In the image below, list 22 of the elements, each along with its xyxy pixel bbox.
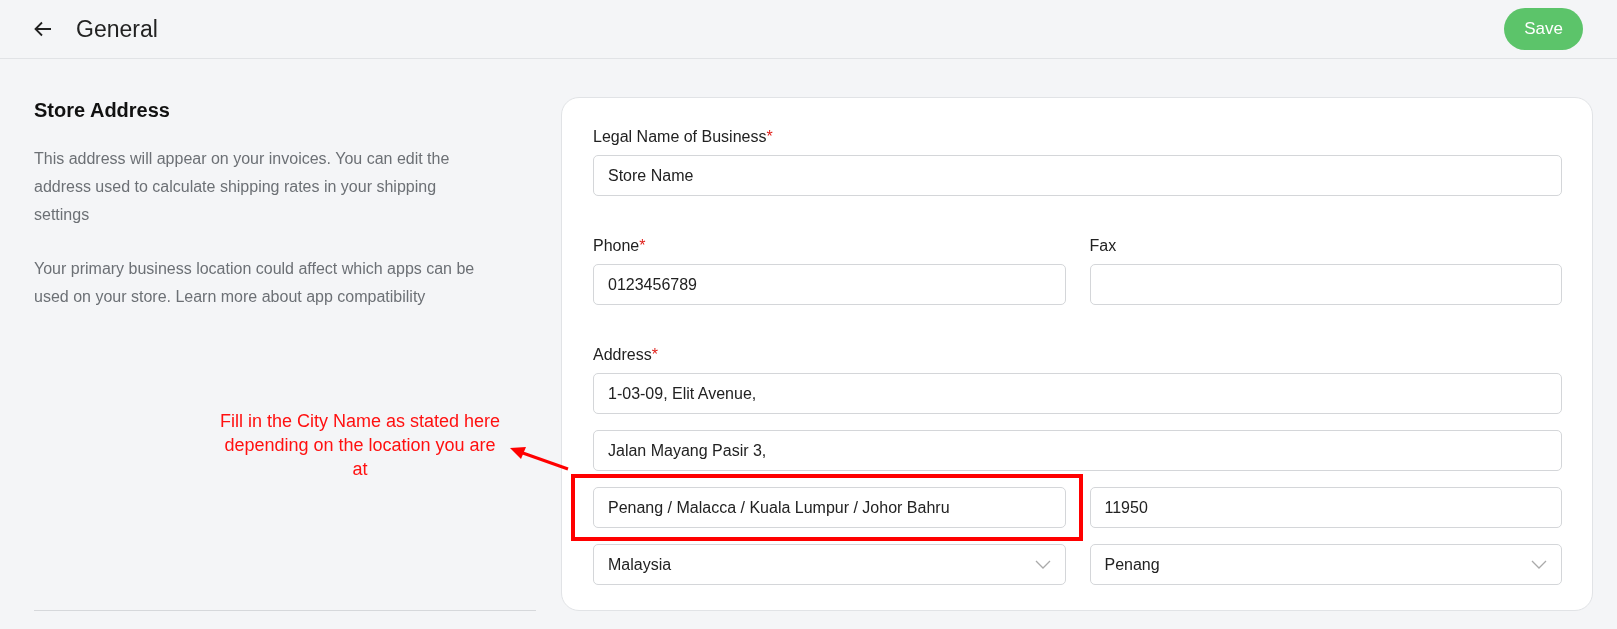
chevron-down-icon <box>1034 560 1051 569</box>
back-arrow-icon[interactable] <box>34 21 52 37</box>
chevron-down-icon <box>1531 560 1547 569</box>
country-select[interactable]: Penang <box>1089 544 1562 585</box>
field-label: Phone* <box>593 236 646 256</box>
field-label: Address* <box>593 345 658 365</box>
input-field[interactable]: 0123456789 <box>593 264 1066 305</box>
section-description: Your primary business location could affect which apps can be used on your store. Learn more about app compatibility <box>34 259 476 307</box>
section-title: Store Address <box>34 98 171 123</box>
input-field[interactable]: 1-03-09, Elit Avenue, <box>593 373 1562 414</box>
input-field[interactable]: 11950 <box>1089 487 1562 528</box>
input-field[interactable]: Penang / Malacca / Kuala Lumpur / Johor Bahru <box>593 487 1066 528</box>
input-field[interactable]: Store Name <box>593 155 1562 196</box>
annotation-text: Fill in the City Name as stated here depending on the location you are at <box>218 410 502 481</box>
input-field[interactable]: Jalan Mayang Pasir 3, <box>593 430 1562 471</box>
field-label: Legal Name of Business* <box>593 127 773 147</box>
country-select[interactable]: Malaysia <box>593 544 1066 585</box>
section-description: This address will appear on your invoices. You can edit the address used to calculate shipping rates in your shipping settings <box>34 149 451 225</box>
field-label: Fax <box>1089 236 1117 256</box>
annotation-arrow <box>510 446 570 472</box>
input-field[interactable] <box>1089 264 1562 305</box>
page-title: General <box>76 14 158 44</box>
